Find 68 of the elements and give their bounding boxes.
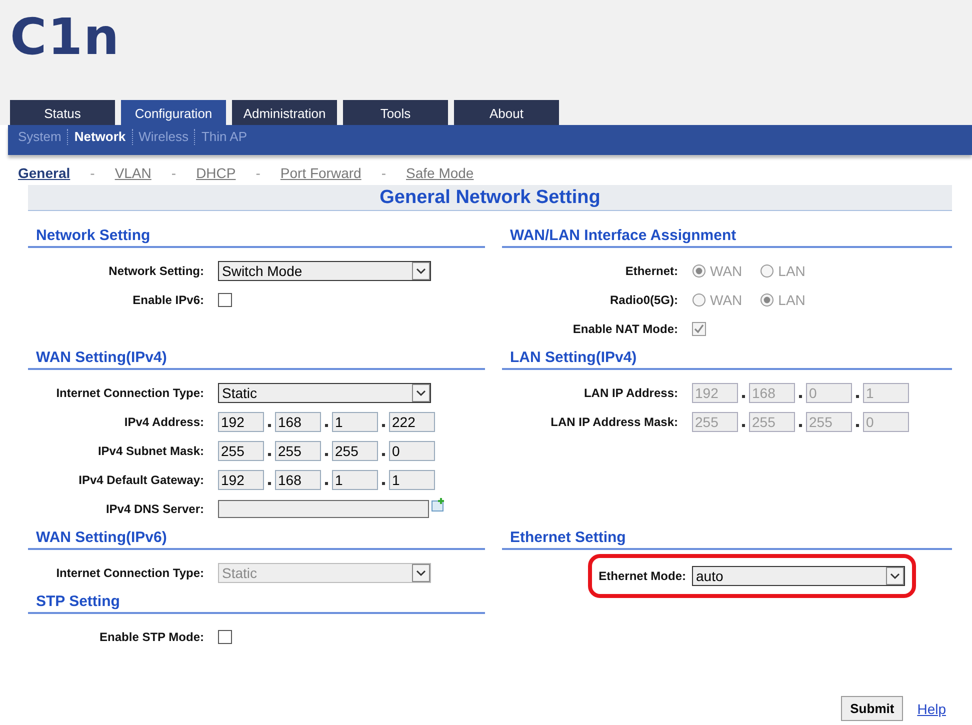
field-label: LAN IP Address Mask: [550,414,679,428]
field-label: Internet Connection Type: [55,386,205,400]
input-field[interactable] [218,500,429,518]
title-bar: General Network Setting [28,185,952,211]
section-title: WAN Setting(IPv4) [28,349,485,370]
logo: C1n [10,12,120,62]
nav-tab[interactable]: Administration [232,100,337,125]
field-label: Ethernet Mode: [598,569,687,583]
ip-octet-field[interactable]: 1 [332,470,378,490]
radio-label: LAN [778,292,806,308]
ip-octet-field[interactable]: 255 [218,440,264,460]
page-link[interactable]: VLAN [114,165,152,179]
field-label: LAN IP Address: [582,386,679,400]
ip-octet-field[interactable]: 192 [218,470,264,490]
ip-octet-field[interactable]: 1 [389,470,435,490]
field-label: Internet Connection Type: [55,566,205,580]
separator-text: - [90,165,95,179]
subnav-item[interactable]: Network [68,129,132,144]
page-link[interactable]: Safe Mode [406,165,474,179]
nav-tab[interactable]: Status [10,100,115,125]
field-label: Radio0(5G): [608,292,679,306]
checkbox[interactable] [218,292,232,306]
page-link[interactable]: General [18,165,70,179]
section-title: WAN Setting(IPv6) [28,529,485,550]
section-title: STP Setting [28,593,485,614]
separator-text: - [171,165,176,179]
ip-octet-field[interactable]: 192 [218,412,264,432]
caret-icon [412,564,430,582]
nav-tab[interactable]: About [454,100,559,125]
caret-icon [412,262,430,280]
separator-text: - [256,165,260,179]
ip-octet-field[interactable]: 222 [389,412,435,432]
submit-button[interactable]: Submit [841,696,904,721]
field-label: IPv4 Default Gateway: [78,472,205,486]
ip-octet-field[interactable]: 255 [332,440,378,460]
ip-octet-field[interactable]: 1 [332,412,378,432]
section-title: Network Setting [28,227,485,248]
nav-tab[interactable]: Tools [343,100,448,125]
add-note-icon[interactable] [431,498,445,512]
checkbox[interactable] [218,630,232,644]
radio-label: WAN [710,292,742,308]
caret-icon [412,384,430,402]
field-label: Enable IPv6: [132,292,205,306]
field-label: Enable STP Mode: [98,630,205,644]
ip-octet-field[interactable]: 168 [275,412,321,432]
section-title: Ethernet Setting [502,529,952,550]
dropdown[interactable]: auto [692,566,905,586]
page-link[interactable]: Port Forward [280,165,362,179]
nav-tab[interactable]: Configuration [121,100,226,125]
ip-octet-field[interactable]: 168 [275,470,321,490]
radio-label: WAN [710,262,742,278]
field-label: IPv4 DNS Server: [104,502,205,516]
section-title: WAN/LAN Interface Assignment [502,227,952,248]
field-label: IPv4 Address: [123,414,205,428]
radio-label: LAN [778,262,806,278]
dropdown[interactable]: Switch Mode [218,260,431,280]
page-link[interactable]: DHCP [196,165,236,179]
field-label: IPv4 Subnet Mask: [96,444,205,458]
separator-text: - [381,165,386,179]
help-link[interactable]: Help [917,700,946,716]
ip-octet-field[interactable]: 0 [389,440,435,460]
field-label: Network Setting: [108,264,205,278]
dropdown[interactable]: Static [218,382,431,402]
field-label: Enable NAT Mode: [572,322,679,336]
ip-octet-field[interactable]: 255 [275,440,321,460]
field-label: Ethernet: [624,264,679,278]
caret-icon [886,567,904,585]
section-title: LAN Setting(IPv4) [502,349,952,370]
